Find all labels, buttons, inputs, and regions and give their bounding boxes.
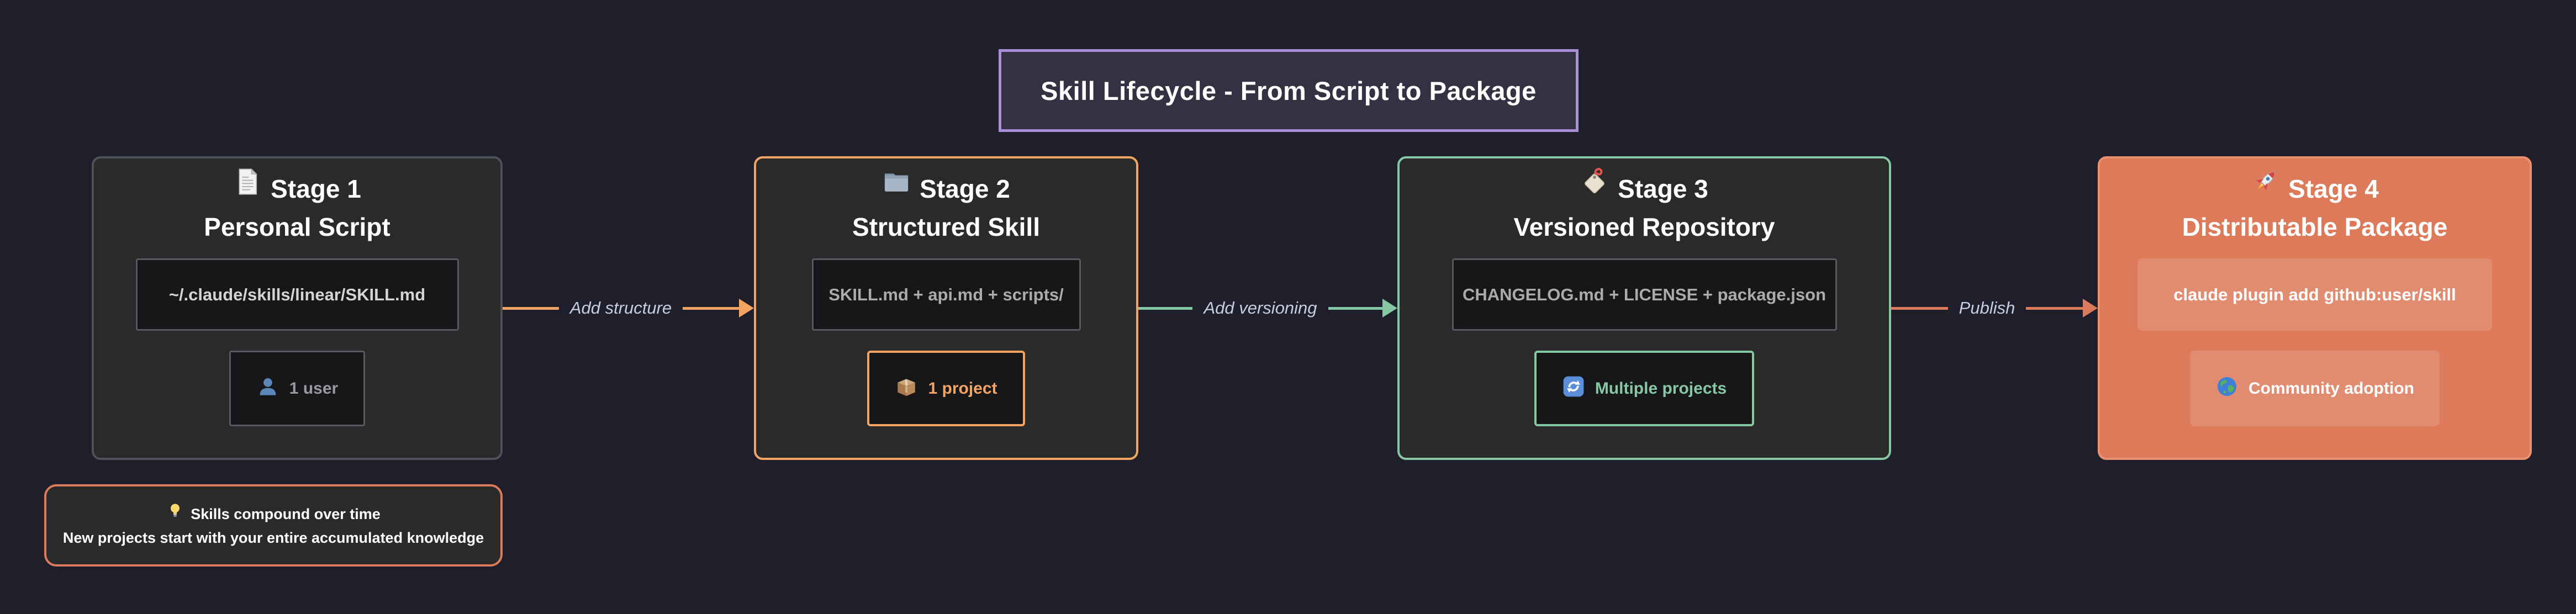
- stage-1-badge-label: 1 user: [289, 379, 338, 398]
- stage-2-badge: 1 project: [867, 351, 1025, 426]
- stage-3-artifact-text: CHANGELOG.md + LICENSE + package.json: [1463, 285, 1826, 305]
- note-box: Skills compound over time New projects s…: [44, 484, 503, 567]
- folder-icon: [882, 167, 911, 210]
- rocket-icon: [2251, 167, 2279, 210]
- globe-icon: [2215, 375, 2239, 403]
- stage-3-badge-label: Multiple projects: [1595, 379, 1727, 398]
- refresh-icon: [1562, 375, 1585, 403]
- stage-2-label: Stage 2: [920, 172, 1010, 206]
- arrowhead-icon: [739, 299, 754, 317]
- diagram-title: Skill Lifecycle - From Script to Package: [1041, 76, 1537, 106]
- arrowhead-icon: [1382, 299, 1397, 317]
- edge-line: [2026, 307, 2083, 310]
- edge-line: [683, 307, 739, 310]
- stage-4-name: Distributable Package: [2182, 210, 2448, 244]
- stage-3-artifact-box: CHANGELOG.md + LICENSE + package.json: [1452, 258, 1837, 331]
- stage-1-name: Personal Script: [204, 210, 390, 244]
- edge-line: [1891, 307, 1948, 310]
- edge-add-versioning-label: Add versioning: [1203, 298, 1317, 318]
- stage-1-artifact-text: ~/.claude/skills/linear/SKILL.md: [169, 285, 425, 305]
- edge-line: [1328, 307, 1382, 310]
- edge-line: [503, 307, 559, 310]
- bookmark-tag-icon: [1580, 167, 1609, 210]
- stage-4-node: Stage 4 Distributable Package claude plu…: [2098, 156, 2532, 460]
- stage-3-name: Versioned Repository: [1514, 210, 1775, 244]
- stage-3-header: Stage 3 Versioned Repository: [1514, 167, 1775, 244]
- stage-2-artifact-box: SKILL.md + api.md + scripts/: [812, 258, 1081, 331]
- stage-2-node: Stage 2 Structured Skill SKILL.md + api.…: [754, 156, 1138, 460]
- stage-2-name: Structured Skill: [852, 210, 1040, 244]
- stage-1-badge: 1 user: [229, 351, 365, 426]
- stage-3-badge: Multiple projects: [1534, 351, 1754, 426]
- lightbulb-icon: [166, 502, 184, 526]
- stage-4-artifact-box: claude plugin add github:user/skill: [2137, 258, 2492, 331]
- skill-lifecycle-diagram: Skill Lifecycle - From Script to Package: [0, 0, 2576, 614]
- stage-1-node: Stage 1 Personal Script ~/.claude/skills…: [92, 156, 503, 460]
- user-icon: [256, 375, 279, 403]
- diagram-title-box: Skill Lifecycle - From Script to Package: [999, 49, 1579, 132]
- edge-add-structure-label: Add structure: [570, 298, 672, 318]
- edge-add-versioning: Add versioning: [1138, 292, 1397, 325]
- note-line1: Skills compound over time: [191, 502, 381, 526]
- package-icon: [895, 375, 918, 403]
- stage-1-label: Stage 1: [271, 172, 361, 206]
- stage-2-artifact-text: SKILL.md + api.md + scripts/: [828, 285, 1064, 305]
- edge-add-structure: Add structure: [503, 292, 754, 325]
- note-line2: New projects start with your entire accu…: [63, 526, 484, 549]
- edge-publish: Publish: [1891, 292, 2098, 325]
- stage-1-artifact-box: ~/.claude/skills/linear/SKILL.md: [136, 258, 459, 331]
- stage-4-header: Stage 4 Distributable Package: [2182, 167, 2448, 244]
- edge-publish-label: Publish: [1959, 298, 2015, 318]
- stage-4-label: Stage 4: [2288, 172, 2379, 206]
- stage-2-header: Stage 2 Structured Skill: [852, 167, 1040, 244]
- arrowhead-icon: [2083, 299, 2098, 317]
- stage-3-label: Stage 3: [1618, 172, 1708, 206]
- stage-2-badge-label: 1 project: [928, 379, 997, 398]
- stage-3-node: Stage 3 Versioned Repository CHANGELOG.m…: [1397, 156, 1891, 460]
- edge-line: [1138, 307, 1192, 310]
- document-icon: [233, 167, 262, 210]
- stage-4-artifact-text: claude plugin add github:user/skill: [2173, 285, 2456, 305]
- stage-4-badge: Community adoption: [2190, 351, 2440, 426]
- stage-1-header: Stage 1 Personal Script: [204, 167, 390, 244]
- stage-4-badge-label: Community adoption: [2248, 379, 2414, 398]
